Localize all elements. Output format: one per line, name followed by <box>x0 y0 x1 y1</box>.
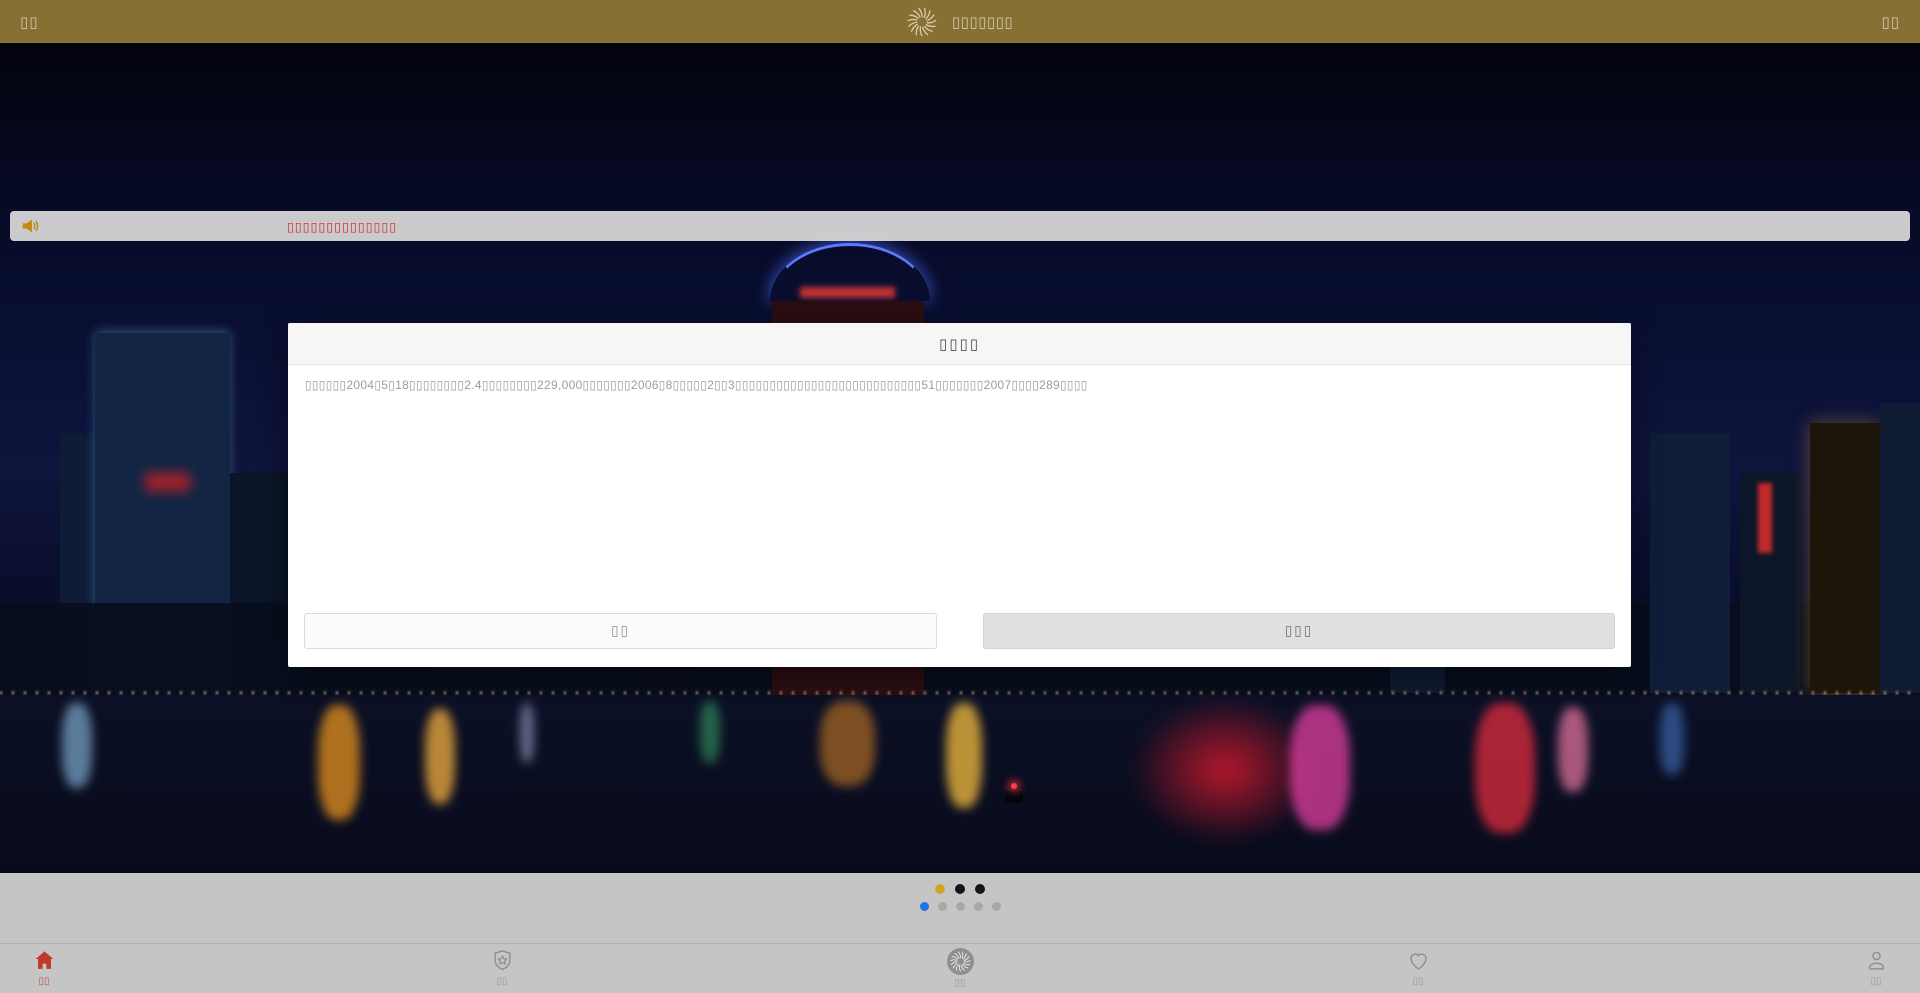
brand-title: ▯▯▯▯▯▯▯ <box>952 13 1013 31</box>
nav-label: ▯▯ <box>496 976 507 987</box>
buoy <box>1005 791 1023 803</box>
shield-star-icon <box>490 948 515 973</box>
top-bar: ▯▯ ▯▯▯▯▯▯▯ ▯▯ <box>0 0 1920 43</box>
carousel-dots-primary <box>935 884 985 894</box>
topbar-left-button[interactable]: ▯▯ <box>20 13 39 31</box>
carousel-dot[interactable] <box>992 902 1001 911</box>
casino-neon-text <box>800 287 895 298</box>
neon-sign-glow <box>1758 483 1772 553</box>
speaker-icon <box>20 215 42 237</box>
nav-label: ▯▯ <box>1412 976 1423 987</box>
nav-item-favorites[interactable]: ▯▯ <box>1388 944 1448 993</box>
nav-item-promotions[interactable]: ▯▯ <box>472 944 532 993</box>
carousel-dot[interactable] <box>955 884 965 894</box>
bottom-nav: ▯▯ ▯▯ ▯▯ ▯▯ ▯▯ <box>0 943 1920 993</box>
brand-sunburst-icon <box>907 7 937 37</box>
notice-dialog: ▯▯▯▯ ▯▯▯▯▯▯2004▯5▯18▯▯▯▯▯▯▯▯2.4▯▯▯▯▯▯▯▯2… <box>288 323 1631 667</box>
carousel-dot[interactable] <box>956 902 965 911</box>
dismiss-button[interactable]: ▯▯▯ <box>983 613 1615 649</box>
carousel-indicators <box>0 873 1920 943</box>
announcement-text: ▯▯▯▯▯▯▯▯▯▯▯▯▯▯ <box>287 219 397 234</box>
building-silhouette <box>1810 423 1880 693</box>
center-sunburst-icon <box>947 948 974 975</box>
topbar-right-button[interactable]: ▯▯ <box>1881 13 1900 31</box>
water-reflections <box>0 695 1920 873</box>
person-icon <box>1864 948 1889 973</box>
nav-item-home[interactable]: ▯▯ <box>14 944 74 993</box>
carousel-dot[interactable] <box>920 902 929 911</box>
neon-sign-glow <box>145 473 190 491</box>
dialog-title: ▯▯▯▯ <box>288 323 1631 365</box>
nav-item-center[interactable]: ▯▯ <box>930 944 990 993</box>
dialog-body-text: ▯▯▯▯▯▯2004▯5▯18▯▯▯▯▯▯▯▯2.4▯▯▯▯▯▯▯▯229,00… <box>288 365 1631 405</box>
nav-label: ▯▯ <box>1870 976 1881 987</box>
buoy-light <box>1011 783 1017 789</box>
confirm-button[interactable]: ▯▯ <box>304 613 937 649</box>
dialog-buttons: ▯▯ ▯▯▯ <box>304 613 1615 649</box>
building-silhouette <box>1880 403 1920 693</box>
heart-icon <box>1406 948 1431 973</box>
brand: ▯▯▯▯▯▯▯ <box>907 0 1013 43</box>
carousel-dot[interactable] <box>935 884 945 894</box>
nav-label: ▯▯ <box>954 978 965 989</box>
carousel-dots-secondary <box>920 902 1001 911</box>
announcement-bar[interactable]: ▯▯▯▯▯▯▯▯▯▯▯▯▯▯ <box>10 211 1910 241</box>
home-icon <box>32 948 57 973</box>
carousel-dot[interactable] <box>974 902 983 911</box>
carousel-dot[interactable] <box>938 902 947 911</box>
building-silhouette <box>1650 433 1730 693</box>
bottom-panel: ▯▯ ▯▯ ▯▯ ▯▯ ▯▯ <box>0 873 1920 993</box>
nav-label: ▯▯ <box>38 976 49 987</box>
nav-item-profile[interactable]: ▯▯ <box>1846 944 1906 993</box>
carousel-dot[interactable] <box>975 884 985 894</box>
